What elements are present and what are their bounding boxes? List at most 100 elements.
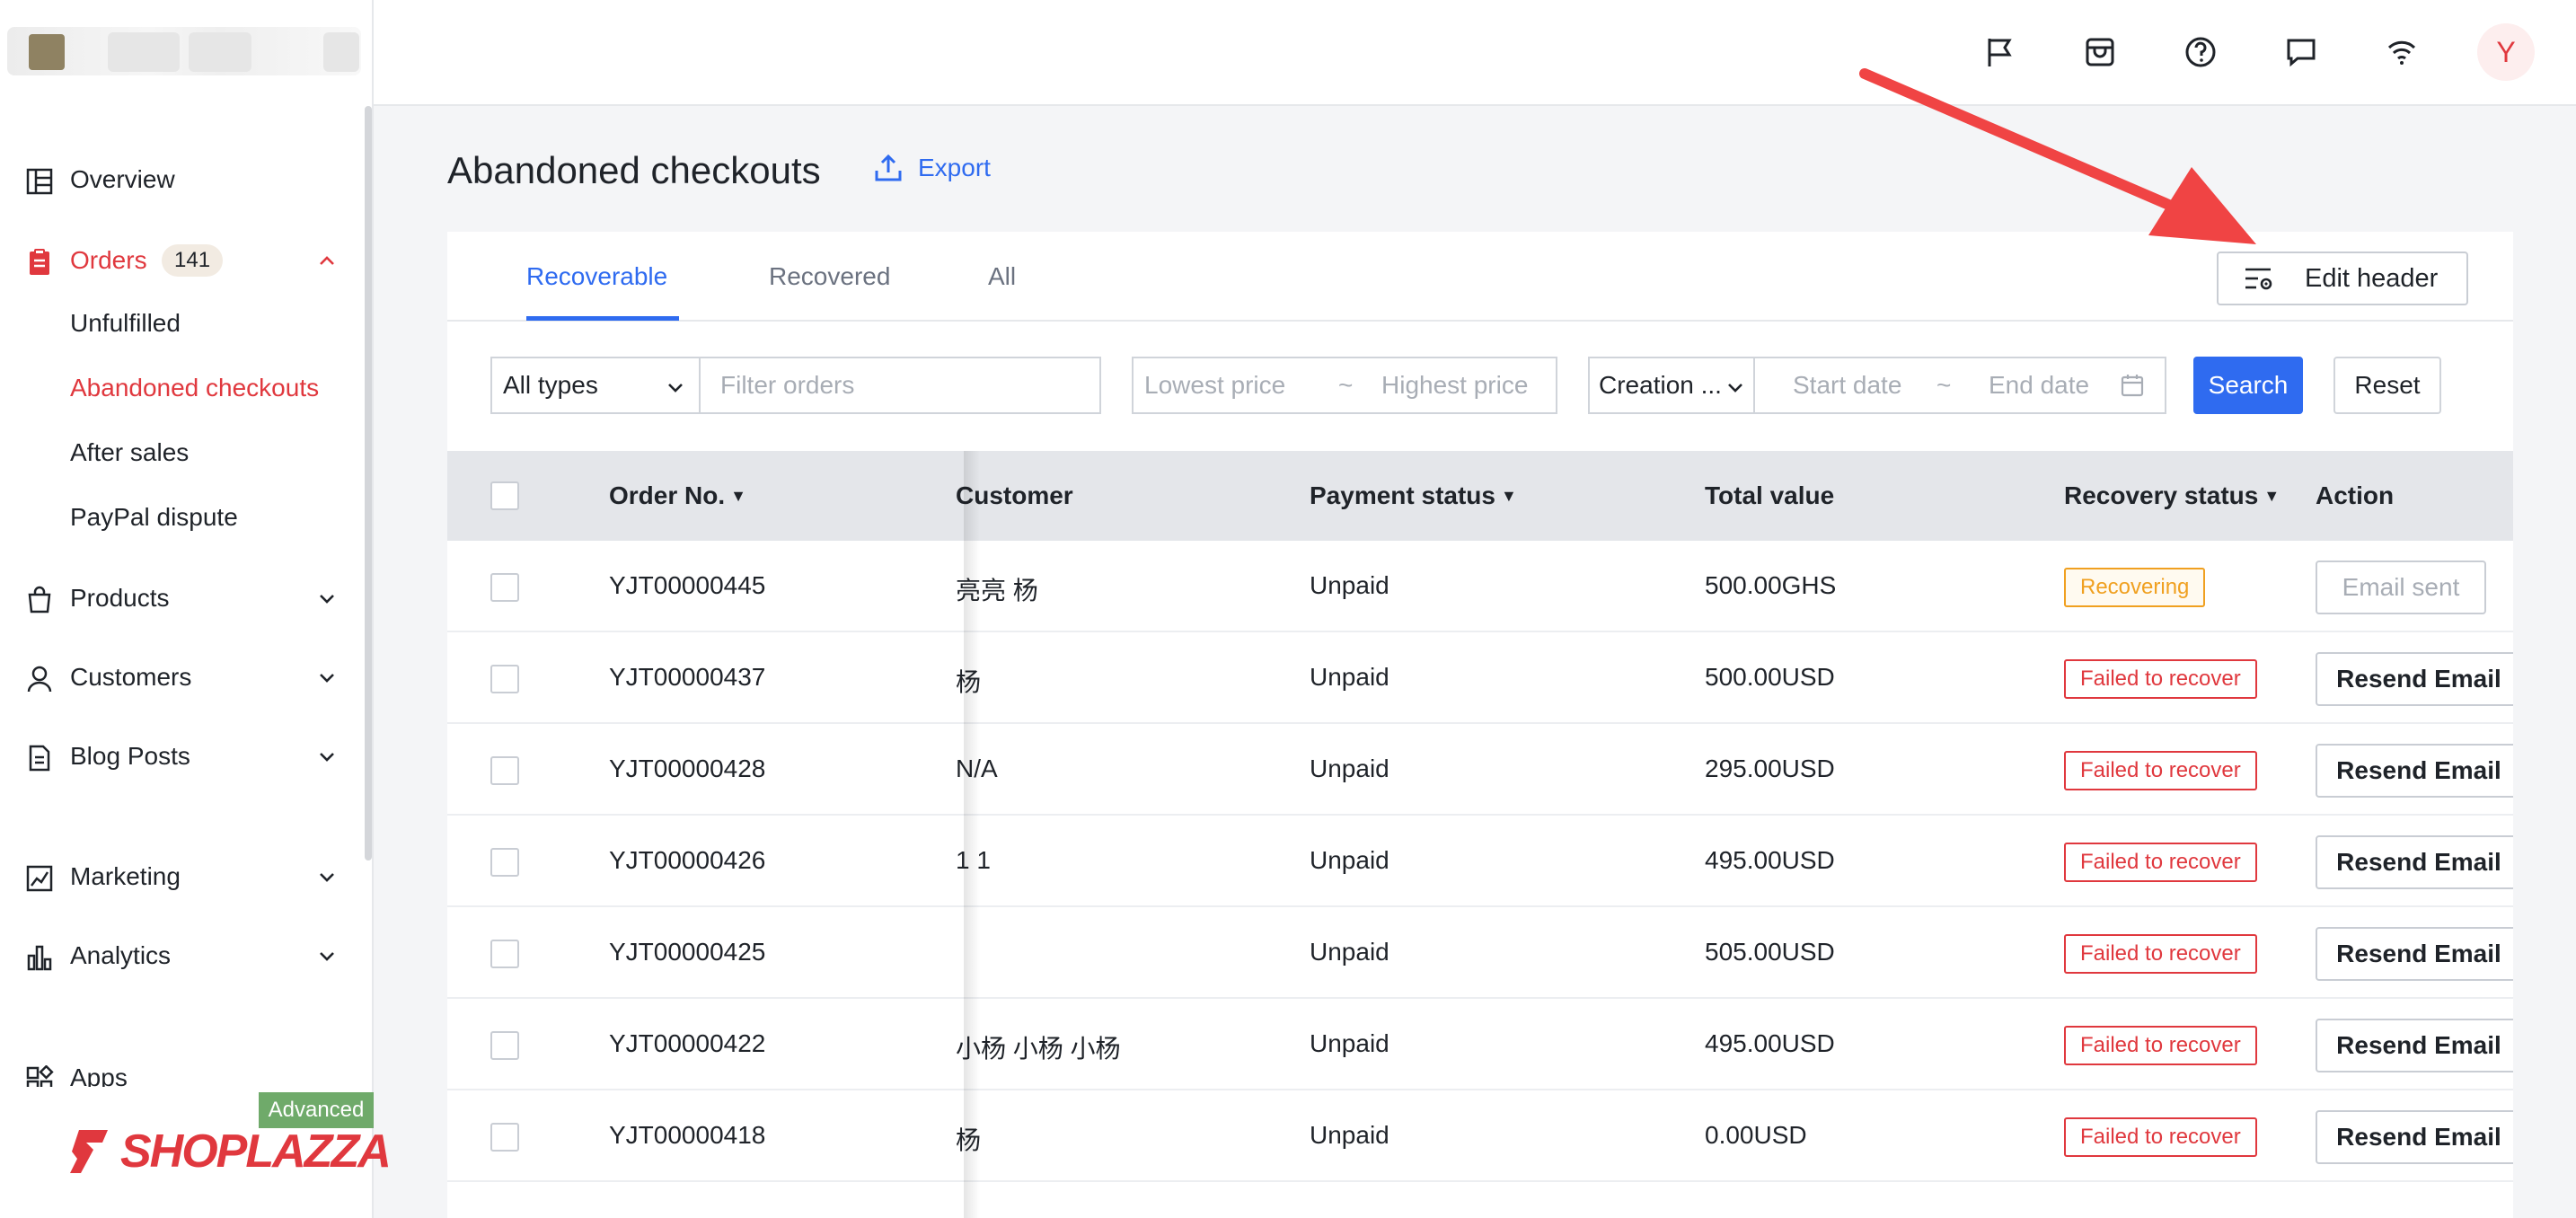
reset-button[interactable]: Reset: [2333, 357, 2441, 414]
edit-header-button[interactable]: Edit header: [2217, 252, 2468, 305]
order-number[interactable]: YJT00000437: [609, 663, 765, 692]
highest-price-input[interactable]: Highest price: [1381, 371, 1528, 400]
table-row[interactable]: YJT00000422 小杨 小杨 小杨 Unpaid 495.00USD Fa…: [447, 999, 2513, 1090]
total-value: 500.00USD: [1705, 663, 1835, 691]
sidebar-subitem-abandoned-checkouts[interactable]: Abandoned checkouts: [70, 374, 319, 402]
order-type-select[interactable]: All types: [490, 357, 701, 414]
resend-email-button[interactable]: Resend Email: [2316, 1019, 2513, 1072]
recovery-status-badge: Failed to recover: [2064, 751, 2257, 790]
sidebar-item-orders[interactable]: Orders 141: [0, 234, 363, 287]
edit-header-label: Edit header: [2305, 263, 2439, 293]
sidebar-subitem-paypal-dispute[interactable]: PayPal dispute: [70, 503, 238, 532]
recovery-status-badge: Recovering: [2064, 568, 2206, 607]
lowest-price-input[interactable]: Lowest price: [1144, 371, 1285, 400]
order-number[interactable]: YJT00000425: [609, 938, 765, 966]
orders-card: Recoverable Recovered All Edit header Al…: [447, 232, 2513, 1218]
tab-all[interactable]: All: [988, 262, 1016, 291]
chevron-down-icon: [320, 595, 334, 604]
resend-email-button[interactable]: Resend Email: [2316, 744, 2513, 798]
store-logo: [29, 34, 65, 70]
sidebar-item-label: Customers: [70, 663, 192, 691]
sidebar-scrollbar[interactable]: [365, 106, 372, 861]
sidebar: Overview Orders 141 Unfulfilled Abandone…: [0, 0, 392, 1218]
column-settings-icon: [2245, 268, 2272, 290]
order-number[interactable]: YJT00000422: [609, 1029, 765, 1058]
table-row[interactable]: YJT00000425 Unpaid 505.00USD Failed to r…: [447, 907, 2513, 999]
row-checkbox[interactable]: [490, 940, 519, 968]
top-bar: [374, 0, 2576, 106]
total-value: 495.00USD: [1705, 1029, 1835, 1057]
sidebar-item-label: Orders: [70, 246, 147, 274]
shoplazza-logo[interactable]: SHOPLAZZA: [66, 1125, 392, 1178]
row-checkbox[interactable]: [490, 848, 519, 877]
sidebar-subitem-after-sales[interactable]: After sales: [70, 438, 189, 467]
marketing-icon: [26, 865, 53, 892]
order-number[interactable]: YJT00000426: [609, 846, 765, 875]
table-row[interactable]: YJT00000437 杨 Unpaid 500.00USD Failed to…: [447, 632, 2513, 724]
column-header-action: Action: [2316, 481, 2394, 510]
resend-email-button[interactable]: Resend Email: [2316, 927, 2513, 981]
table-row[interactable]: YJT00000418 杨 Unpaid 0.00USD Failed to r…: [447, 1090, 2513, 1182]
column-header-recovery-status[interactable]: Recovery status ▼: [2064, 481, 2280, 510]
export-button[interactable]: Export: [873, 153, 991, 183]
column-header-order-no[interactable]: Order No. ▼: [609, 481, 746, 510]
flag-icon[interactable]: [1981, 34, 2017, 70]
table-row[interactable]: YJT00000426 1 1 Unpaid 495.00USD Failed …: [447, 816, 2513, 907]
order-search-input[interactable]: Filter orders: [699, 357, 1101, 414]
sidebar-item-overview[interactable]: Overview: [0, 153, 363, 207]
recovery-status-badge: Failed to recover: [2064, 843, 2257, 882]
start-date-input[interactable]: Start date: [1793, 371, 1901, 400]
plan-badge: Advanced: [259, 1092, 374, 1128]
row-checkbox[interactable]: [490, 1031, 519, 1060]
brand-name: SHOPLAZZA: [120, 1125, 392, 1178]
total-value: 505.00USD: [1705, 938, 1835, 966]
store-name-blur: [189, 32, 251, 72]
table-row[interactable]: YJT00000445 亮亮 杨 Unpaid 500.00GHS Recove…: [447, 541, 2513, 632]
price-range-input[interactable]: Lowest price ~ Highest price: [1132, 357, 1557, 414]
column-header-payment-status[interactable]: Payment status ▼: [1310, 481, 1517, 510]
select-all-checkbox[interactable]: [490, 481, 519, 510]
user-avatar[interactable]: Y: [2477, 23, 2535, 81]
order-number[interactable]: YJT00000445: [609, 571, 765, 600]
row-checkbox[interactable]: [490, 1123, 519, 1152]
tab-recovered[interactable]: Recovered: [769, 262, 890, 291]
row-checkbox[interactable]: [490, 573, 519, 602]
sidebar-item-marketing[interactable]: Marketing: [0, 850, 363, 904]
sidebar-item-customers[interactable]: Customers: [0, 650, 363, 704]
sidebar-item-label: Marketing: [70, 862, 181, 890]
column-header-label: Total value: [1705, 481, 1835, 509]
chevron-down-icon: [320, 674, 334, 683]
store-name-blur: [108, 32, 180, 72]
sidebar-item-products[interactable]: Products: [0, 571, 363, 625]
search-button[interactable]: Search: [2193, 357, 2303, 414]
dashboard-icon: [26, 168, 53, 195]
sidebar-item-label: Blog Posts: [70, 742, 190, 770]
store-icon[interactable]: [2082, 34, 2118, 70]
total-value: 295.00USD: [1705, 755, 1835, 782]
payment-status: Unpaid: [1310, 755, 1389, 782]
sidebar-item-analytics[interactable]: Analytics: [0, 929, 363, 983]
resend-email-button[interactable]: Resend Email: [2316, 1110, 2513, 1164]
date-type-value: Creation ...: [1599, 371, 1722, 399]
chevron-down-icon: [668, 384, 683, 393]
sidebar-item-blog-posts[interactable]: Blog Posts: [0, 729, 363, 783]
tab-recoverable[interactable]: Recoverable: [526, 262, 667, 291]
payment-status: Unpaid: [1310, 663, 1389, 691]
table-row[interactable]: YJT00000428 N/A Unpaid 295.00USD Failed …: [447, 724, 2513, 816]
row-checkbox[interactable]: [490, 665, 519, 693]
date-range-picker[interactable]: Start date ~ End date: [1753, 357, 2166, 414]
message-icon[interactable]: [2283, 34, 2319, 70]
date-type-select[interactable]: Creation ...: [1588, 357, 1755, 414]
email-sent-button: Email sent: [2316, 560, 2486, 614]
resend-email-button[interactable]: Resend Email: [2316, 652, 2513, 706]
order-number[interactable]: YJT00000418: [609, 1121, 765, 1150]
resend-email-button[interactable]: Resend Email: [2316, 835, 2513, 889]
help-icon[interactable]: [2183, 34, 2219, 70]
order-number[interactable]: YJT00000428: [609, 755, 765, 783]
end-date-input[interactable]: End date: [1989, 371, 2089, 400]
payment-status: Unpaid: [1310, 571, 1389, 599]
sidebar-subitem-unfulfilled[interactable]: Unfulfilled: [70, 309, 181, 338]
row-checkbox[interactable]: [490, 756, 519, 785]
export-label: Export: [918, 154, 991, 181]
wifi-icon[interactable]: [2384, 34, 2420, 70]
